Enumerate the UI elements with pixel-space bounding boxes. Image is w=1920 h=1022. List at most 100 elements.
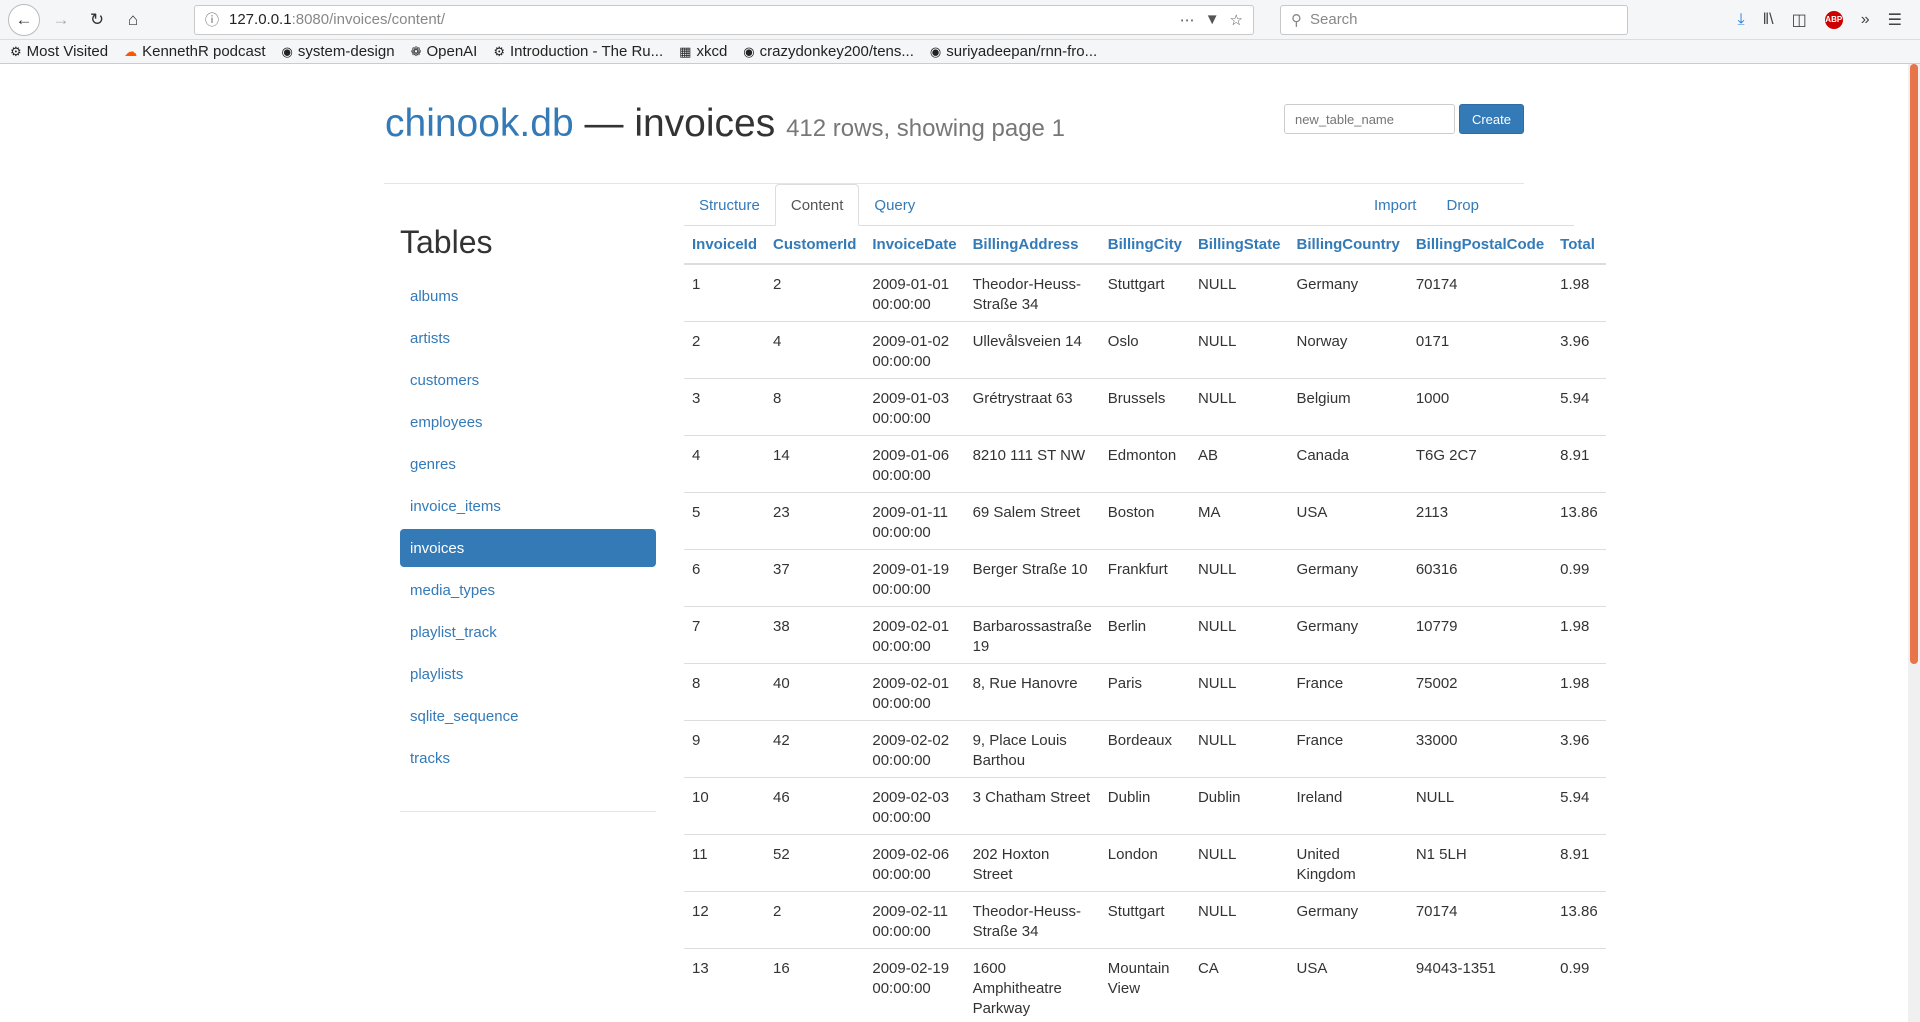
sidebar-item-artists[interactable]: artists [400, 319, 656, 357]
bookmark-rust[interactable]: ⚙ Introduction - The Ru... [493, 43, 663, 60]
table-cell: 1600 Amphitheatre Parkway [964, 947, 1100, 1019]
table-row: 13 16 2009-02-19 00:00:00 1600 Amphitheatre… [684, 947, 1606, 1019]
library-icon[interactable]: ‖\ [1763, 11, 1774, 29]
bookmark-xkcd[interactable]: ▦ xkcd [679, 43, 727, 60]
search-placeholder: Search [1310, 11, 1358, 28]
bookmark-kennethr[interactable]: ☁ KennethR podcast [124, 43, 265, 60]
table-cell: NULL [1189, 320, 1289, 378]
table-cell: 13.86 [1552, 890, 1606, 948]
table-cell: Dublin [1189, 776, 1289, 834]
table-cell: 1.98 [1552, 263, 1606, 321]
bookmark-star-icon[interactable]: ☆ [1230, 11, 1243, 29]
table-cell: 23 [765, 491, 865, 549]
bookmark-crazydonkey[interactable]: ◉ crazydonkey200/tens... [743, 43, 914, 60]
sidebar-item-playlist-track[interactable]: playlist_track [400, 613, 656, 651]
page-actions-icon[interactable]: ⋯ [1180, 11, 1195, 29]
column-header[interactable]: Total [1552, 226, 1606, 265]
table-cell: 14 [765, 434, 865, 492]
column-header[interactable]: BillingCity [1099, 226, 1190, 265]
tab-import[interactable]: Import [1359, 184, 1432, 226]
table-cell: 8.91 [1552, 833, 1606, 891]
table-cell: 202 Hoxton Street [964, 833, 1100, 891]
sidebar-item-invoices[interactable]: invoices [400, 529, 656, 567]
column-header[interactable]: BillingAddress [964, 226, 1100, 265]
table-cell: United Kingdom [1288, 833, 1408, 891]
row-info: 412 rows, showing page 1 [786, 115, 1065, 142]
column-header[interactable]: BillingCountry [1288, 226, 1408, 265]
info-icon[interactable]: ⓘ [205, 10, 219, 30]
xkcd-icon: ▦ [679, 43, 692, 59]
table-cell: Brussels [1099, 377, 1190, 435]
table-header-row: InvoiceId CustomerId InvoiceDate BillingAdd… [684, 226, 1606, 265]
sidebar-item-tracks[interactable]: tracks [400, 739, 656, 777]
table-cell: Stuttgart [1099, 263, 1190, 321]
table-row: 5 23 2009-01-11 00:00:00 69 Salem Street Bos… [684, 491, 1606, 549]
download-icon[interactable]: ⤓ [1737, 11, 1744, 29]
overflow-chevron-icon[interactable]: » [1861, 11, 1870, 29]
create-button[interactable]: Create [1458, 104, 1524, 134]
bookmark-suriyadeepan[interactable]: ◉ suriyadeepan/rnn-fro... [930, 43, 1097, 60]
bookmark-label: system-design [297, 43, 395, 60]
table-cell: 33000 [1407, 719, 1553, 777]
tab-query[interactable]: Query [859, 184, 930, 226]
table-cell: 69 Salem Street [964, 491, 1100, 549]
tab-drop[interactable]: Drop [1431, 184, 1494, 226]
column-header[interactable]: InvoiceDate [864, 226, 965, 265]
column-header[interactable]: BillingState [1189, 226, 1289, 265]
table-cell: 2009-02-11 00:00:00 [864, 890, 965, 948]
search-bar[interactable]: ⚲ Search [1280, 4, 1628, 35]
sidebar-item-albums[interactable]: albums [400, 277, 656, 315]
openai-icon: ❁ [410, 43, 422, 59]
table-cell: CA [1189, 947, 1289, 1019]
tab-structure[interactable]: Structure [684, 184, 775, 226]
sidebar-item-customers[interactable]: customers [400, 361, 656, 399]
bookmark-label: Most Visited [26, 43, 109, 60]
sidebar-item-playlists[interactable]: playlists [400, 655, 656, 693]
sidebar-item-employees[interactable]: employees [400, 403, 656, 441]
menu-icon[interactable]: ☰ [1888, 10, 1902, 30]
table-row: 4 14 2009-01-06 00:00:00 8210 111 ST NW Edmo… [684, 434, 1606, 492]
database-link[interactable]: chinook.db [385, 102, 574, 145]
pocket-icon[interactable]: ▼ [1205, 11, 1220, 28]
bookmark-label: xkcd [696, 43, 728, 60]
scroll-thumb[interactable] [1910, 64, 1918, 664]
bookmark-most-visited[interactable]: ⚙ Most Visited [10, 43, 108, 60]
table-cell: 3.96 [1552, 719, 1606, 777]
reload-icon[interactable]: ↻ [82, 5, 112, 35]
table-cell: 37 [765, 548, 865, 606]
table-cell: Grétrystraat 63 [964, 377, 1100, 435]
table-cell: Oslo [1099, 320, 1190, 378]
table-cell: 2 [765, 263, 865, 321]
bookmark-openai[interactable]: ❁ OpenAI [411, 43, 478, 60]
table-cell: 2009-02-02 00:00:00 [864, 719, 965, 777]
sidebar-title: Tables [400, 224, 493, 260]
table-cell: Mountain View [1099, 947, 1190, 1019]
bookmark-label: crazydonkey200/tens... [759, 43, 914, 60]
column-header[interactable]: BillingPostalCode [1407, 226, 1553, 265]
search-icon: ⚲ [1291, 11, 1302, 29]
sidebar-item-invoice-items[interactable]: invoice_items [400, 487, 656, 525]
forward-arrow-icon[interactable]: → [46, 5, 76, 35]
table-cell: France [1288, 719, 1408, 777]
table-cell: Dublin [1099, 776, 1190, 834]
column-header[interactable]: CustomerId [765, 226, 865, 265]
scrollbar[interactable] [1908, 64, 1920, 1022]
sidebar-icon[interactable]: ◫ [1792, 10, 1807, 30]
column-header[interactable]: InvoiceId [684, 226, 766, 265]
sidebar-item-genres[interactable]: genres [400, 445, 656, 483]
sidebar-item-sqlite-sequence[interactable]: sqlite_sequence [400, 697, 656, 735]
table-cell: USA [1288, 491, 1408, 549]
new-table-name-input[interactable] [1283, 104, 1455, 134]
content-table: InvoiceId CustomerId InvoiceDate BillingAdd… [684, 226, 1606, 1019]
home-icon[interactable]: ⌂ [118, 5, 148, 35]
sidebar-item-media-types[interactable]: media_types [400, 571, 656, 609]
table-cell: 2009-01-06 00:00:00 [864, 434, 965, 492]
url-bar[interactable]: ⓘ 127.0.0.1:8080/invoices/content/ ⋯ ▼ ☆ [194, 4, 1254, 35]
bookmark-system-design[interactable]: ◉ system-design [282, 43, 395, 60]
table-cell: 2 [765, 890, 865, 948]
tab-content[interactable]: Content [774, 184, 860, 226]
table-cell: 2009-01-19 00:00:00 [864, 548, 965, 606]
back-arrow-icon[interactable]: ← [8, 3, 40, 36]
table-cell: Paris [1099, 662, 1190, 720]
adblock-icon[interactable]: ABP [1824, 10, 1843, 29]
